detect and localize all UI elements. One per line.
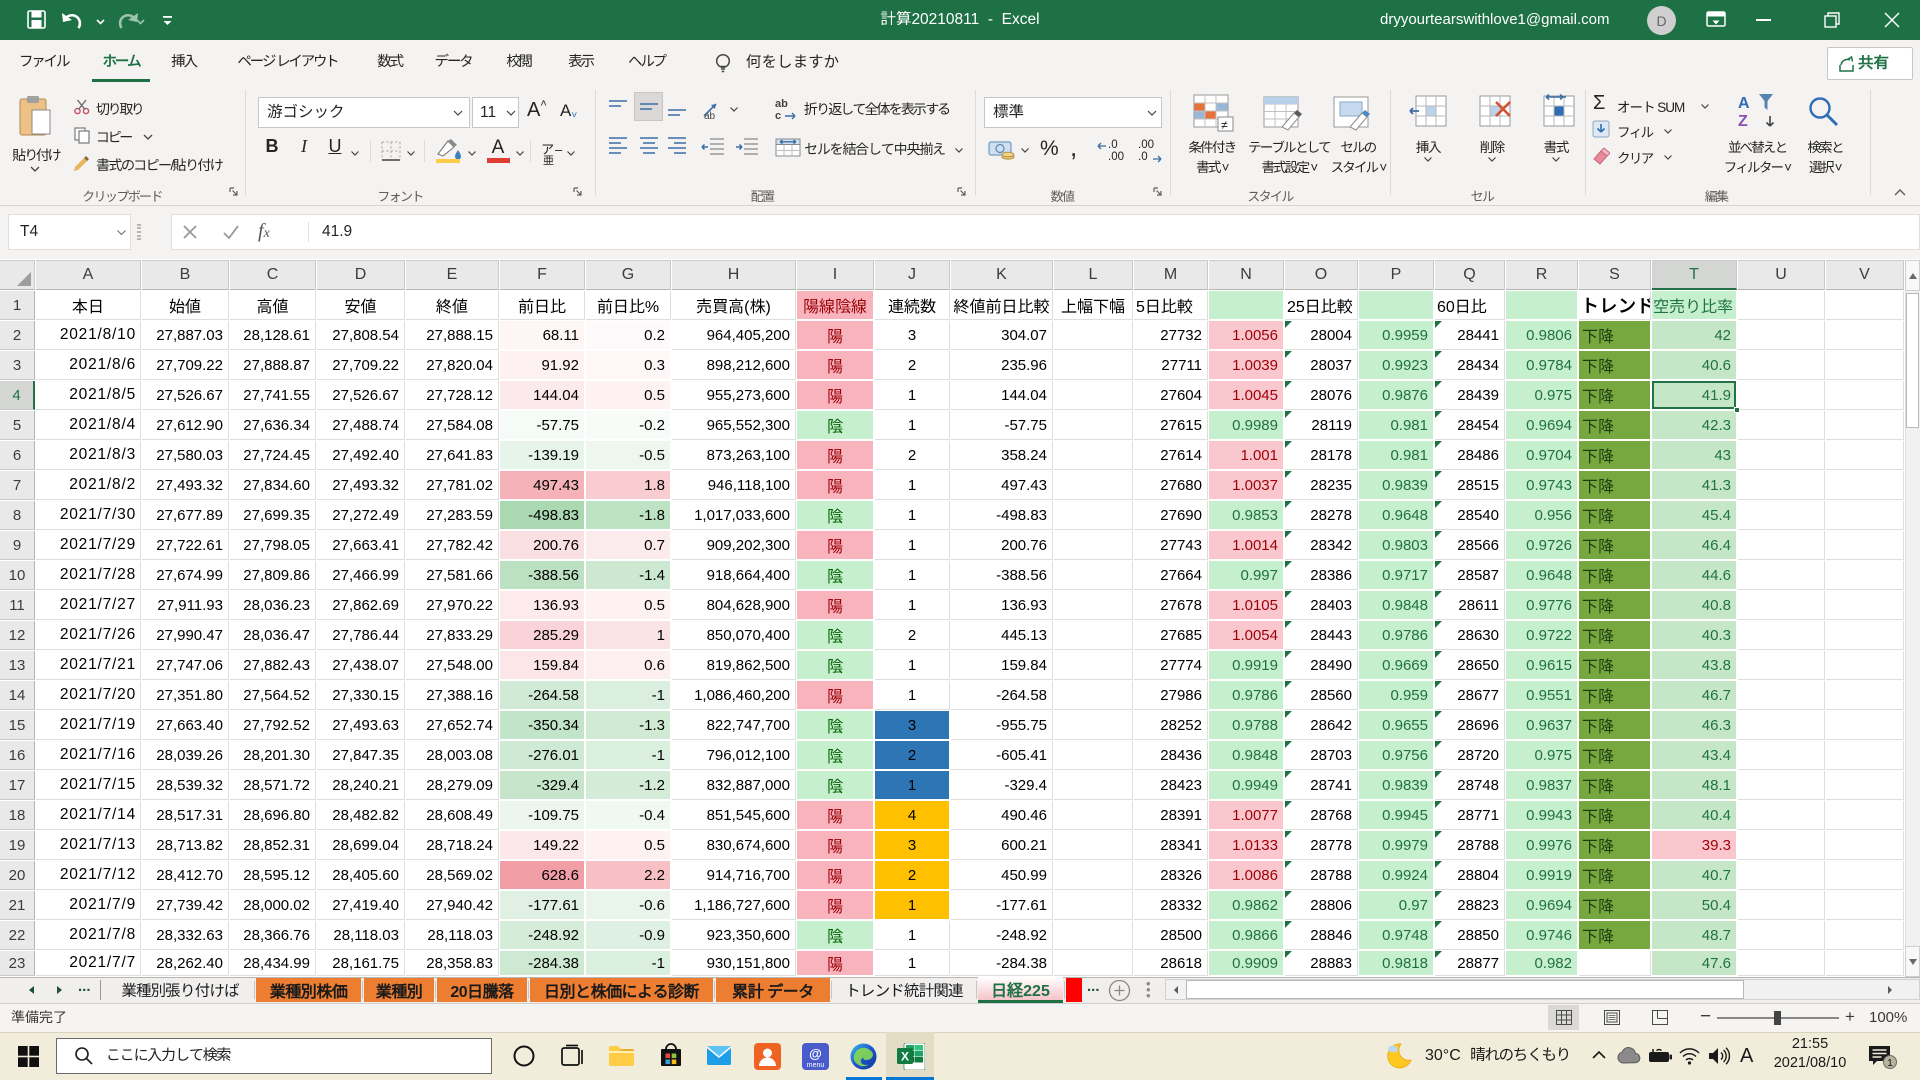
svg-text:X: X xyxy=(901,1050,909,1064)
svg-text:ab: ab xyxy=(704,111,716,122)
svg-text:A: A xyxy=(1738,95,1750,112)
svg-text:menu: menu xyxy=(807,1062,825,1069)
svg-text:1: 1 xyxy=(1887,1057,1893,1069)
svg-text:ab: ab xyxy=(775,98,788,110)
svg-text:Z: Z xyxy=(1738,113,1748,130)
svg-text:≠: ≠ xyxy=(1221,118,1228,132)
svg-text:@: @ xyxy=(809,1046,822,1061)
svg-text:c: c xyxy=(775,110,781,122)
